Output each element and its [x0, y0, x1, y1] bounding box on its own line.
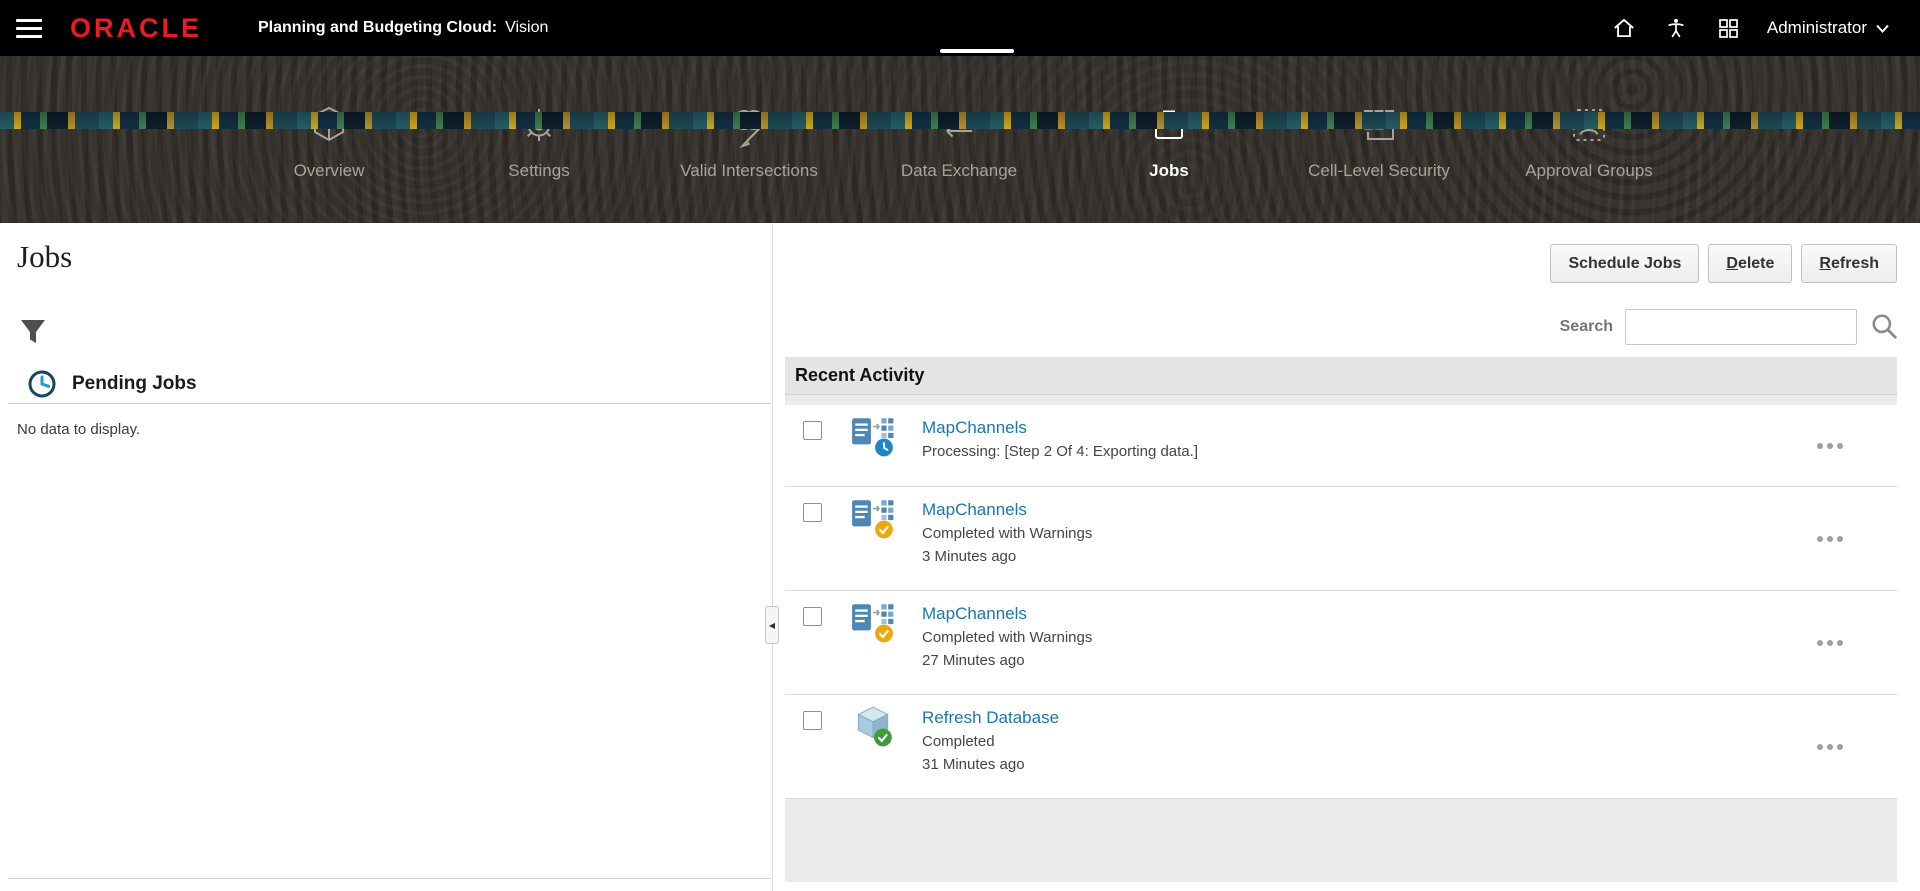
row-checkbox[interactable] — [803, 421, 822, 440]
product-name: Planning and Budgeting Cloud: — [258, 19, 497, 37]
delete-accesskey: D — [1726, 255, 1738, 272]
search-label: Search — [1560, 318, 1613, 336]
search-input[interactable] — [1625, 309, 1857, 345]
job-status: Completed with Warnings — [922, 626, 1092, 649]
page-title: Jobs — [17, 239, 72, 275]
row-checkbox[interactable] — [803, 607, 822, 626]
collapse-arrow-icon[interactable]: ◀ — [765, 606, 779, 644]
recent-activity-panel: Recent Activity Map — [785, 357, 1897, 882]
schedule-jobs-button[interactable]: Schedule Jobs — [1550, 244, 1699, 283]
job-name-link[interactable]: MapChannels — [922, 601, 1092, 626]
activity-row: Refresh Database Completed 31 Minutes ag… — [785, 695, 1897, 799]
app-window: ORACLE Planning and Budgeting Cloud: Vis… — [0, 0, 1920, 891]
nav-item-overview[interactable]: Overview — [224, 56, 434, 223]
job-name-link[interactable]: Refresh Database — [922, 705, 1059, 730]
header-tab-indicator — [940, 49, 1014, 53]
nav-item-valid-intersections[interactable]: Valid Intersections — [644, 56, 854, 223]
nav-label: Data Exchange — [879, 160, 1039, 182]
recent-activity-list: MapChannels Processing: [Step 2 Of 4: Ex… — [785, 405, 1897, 799]
menu-icon[interactable] — [16, 19, 42, 38]
map-job-icon — [850, 495, 896, 541]
map-job-icon — [850, 599, 896, 645]
delete-label-rest: elete — [1738, 255, 1774, 272]
refresh-accesskey: R — [1819, 255, 1831, 272]
pending-jobs-header: Pending Jobs — [26, 368, 197, 400]
job-time: 31 Minutes ago — [922, 753, 1059, 776]
ellipsis-menu-icon[interactable] — [1811, 738, 1849, 756]
apps-grid-icon[interactable] — [1715, 15, 1741, 41]
nav-label: Cell-Level Security — [1299, 160, 1459, 182]
chevron-down-icon — [1875, 23, 1890, 34]
user-menu[interactable]: Administrator — [1767, 18, 1890, 38]
nav-item-approval-groups[interactable]: Approval Groups — [1484, 56, 1694, 223]
nav-label: Approval Groups — [1509, 160, 1669, 182]
pending-empty-message: No data to display. — [17, 421, 140, 438]
job-name-link[interactable]: MapChannels — [922, 415, 1198, 440]
pending-jobs-title: Pending Jobs — [72, 373, 197, 395]
ellipsis-menu-icon[interactable] — [1811, 530, 1849, 548]
home-icon[interactable] — [1611, 15, 1637, 41]
nav-item-data-exchange[interactable]: Data Exchange — [854, 56, 1064, 223]
left-panel-bottom-divider — [8, 878, 771, 879]
nav-label: Valid Intersections — [669, 160, 829, 182]
search-area: Search — [1560, 309, 1899, 345]
nav-item-cell-level-security[interactable]: Cell-Level Security — [1274, 56, 1484, 223]
page-toolbar: Schedule Jobs Delete Refresh — [1550, 244, 1897, 283]
warning-check-badge — [875, 625, 893, 643]
nav-label: Jobs — [1089, 160, 1249, 182]
top-header: ORACLE Planning and Budgeting Cloud: Vis… — [0, 0, 1920, 56]
row-checkbox[interactable] — [803, 711, 822, 730]
cluster-nav-band: Overview Settings Valid Intersections — [0, 56, 1920, 223]
database-cube-icon — [850, 703, 896, 749]
job-time: 3 Minutes ago — [922, 545, 1092, 568]
nav-item-settings[interactable]: Settings — [434, 56, 644, 223]
job-status: Processing: [Step 2 Of 4: Exporting data… — [922, 440, 1198, 463]
nav-label: Settings — [459, 160, 619, 182]
cluster-nav: Overview Settings Valid Intersections — [224, 56, 1694, 223]
pending-divider — [8, 403, 771, 404]
accessibility-icon[interactable] — [1663, 15, 1689, 41]
processing-clock-badge — [875, 439, 893, 457]
oracle-logo: ORACLE — [70, 13, 202, 44]
job-time: 27 Minutes ago — [922, 649, 1092, 672]
warning-check-badge — [875, 521, 893, 539]
recent-activity-header: Recent Activity — [785, 357, 1897, 395]
activity-row: MapChannels Completed with Warnings 3 Mi… — [785, 487, 1897, 591]
job-name-link[interactable]: MapChannels — [922, 497, 1092, 522]
app-name: Vision — [505, 19, 548, 37]
job-status: Completed with Warnings — [922, 522, 1092, 545]
decorative-mosaic-ribbon — [0, 112, 1920, 129]
filter-icon[interactable] — [18, 318, 48, 348]
activity-row: MapChannels Processing: [Step 2 Of 4: Ex… — [785, 405, 1897, 487]
pending-clock-icon — [26, 368, 58, 400]
refresh-label-rest: efresh — [1831, 255, 1879, 272]
refresh-button[interactable]: Refresh — [1801, 244, 1897, 283]
job-status: Completed — [922, 730, 1059, 753]
ellipsis-menu-icon[interactable] — [1811, 437, 1849, 455]
ellipsis-menu-icon[interactable] — [1811, 634, 1849, 652]
user-name: Administrator — [1767, 18, 1867, 38]
product-title: Planning and Budgeting Cloud: Vision — [258, 19, 548, 37]
nav-item-jobs[interactable]: Jobs — [1064, 56, 1274, 223]
nav-label: Overview — [249, 160, 409, 182]
row-checkbox[interactable] — [803, 503, 822, 522]
recent-activity-title: Recent Activity — [795, 365, 924, 386]
search-icon[interactable] — [1869, 312, 1899, 342]
map-job-icon — [850, 413, 896, 459]
success-check-badge — [874, 729, 892, 747]
delete-button[interactable]: Delete — [1708, 244, 1792, 283]
activity-row: MapChannels Completed with Warnings 27 M… — [785, 591, 1897, 695]
panel-splitter[interactable] — [772, 223, 773, 891]
main-content: Jobs Schedule Jobs Delete Refresh Search — [0, 223, 1920, 891]
schedule-jobs-label: Schedule Jobs — [1568, 255, 1681, 272]
